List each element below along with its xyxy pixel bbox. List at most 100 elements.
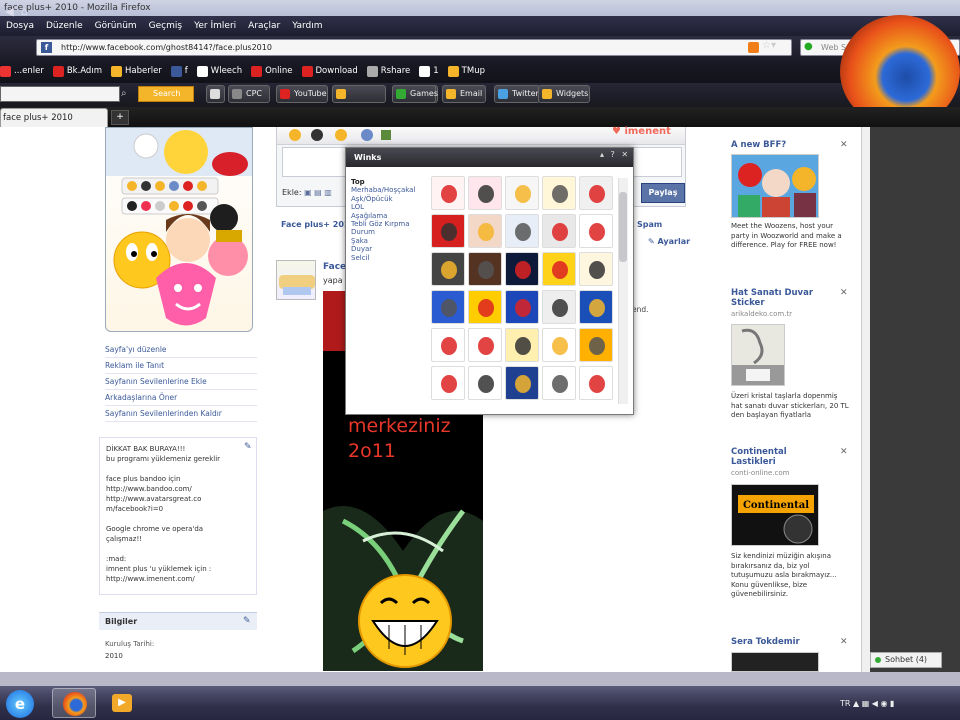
page-action-link[interactable]: Arkadaşlarına Öner xyxy=(105,390,257,406)
bookmark-star-icon[interactable]: ☆▾ xyxy=(762,40,776,51)
ad-url-hat[interactable]: arikaldeko.com.tr xyxy=(731,310,792,318)
rss-icon[interactable] xyxy=(748,42,759,53)
page-action-link[interactable]: Reklam ile Tanıt xyxy=(105,358,257,374)
ad-title-sera[interactable]: Sera Tokdemir xyxy=(731,637,800,647)
menu-item-tools[interactable]: Araçlar xyxy=(248,21,280,31)
edit-pencil-icon[interactable]: ✎ xyxy=(244,442,252,452)
wink-thumbnail[interactable] xyxy=(431,366,465,400)
wink-thumbnail[interactable] xyxy=(468,214,502,248)
winks-category[interactable]: Merhaba/Hoşçakal xyxy=(351,186,431,194)
firefox-taskbar-button[interactable] xyxy=(52,688,96,718)
menu-item-bookmarks[interactable]: Yer İmleri xyxy=(194,21,236,31)
wink-thumbnail[interactable] xyxy=(468,290,502,324)
bookmark-item[interactable]: Rshare xyxy=(366,60,410,83)
ad-image-hat[interactable] xyxy=(731,324,785,386)
media-player-taskbar-button[interactable]: ▶ xyxy=(100,688,144,718)
ad-close-icon[interactable]: ✕ xyxy=(840,140,848,150)
wink-thumbnail[interactable] xyxy=(542,252,576,286)
winks-category[interactable]: Duyar xyxy=(351,245,431,253)
wink-thumbnail[interactable] xyxy=(431,290,465,324)
address-bar[interactable]: http://www.facebook.com/ghost8414?/face.… xyxy=(36,39,792,56)
tray-icons[interactable]: ▲ ▦ ◀ ◉ ▮ xyxy=(853,699,894,708)
wink-thumbnail[interactable] xyxy=(579,214,613,248)
spam-link[interactable]: Spam xyxy=(637,220,662,229)
addon-button[interactable]: Widgets xyxy=(538,85,590,103)
bookmark-item[interactable]: Online xyxy=(251,60,293,83)
internet-explorer-icon[interactable]: e xyxy=(6,690,34,718)
share-button[interactable]: Paylaş xyxy=(641,183,685,203)
menu-item-edit[interactable]: Düzenle xyxy=(46,21,83,31)
new-tab-button[interactable]: + xyxy=(111,110,129,125)
wink-thumbnail[interactable] xyxy=(505,252,539,286)
winks-category[interactable]: Şaka xyxy=(351,237,431,245)
ad-image-bff[interactable] xyxy=(731,154,819,218)
addon-button[interactable]: YouTube xyxy=(276,85,328,103)
wink-thumbnail[interactable] xyxy=(505,176,539,210)
bookmark-item[interactable]: Wleech xyxy=(196,60,242,83)
feed-title[interactable]: Face plus+ 2010 xyxy=(281,220,355,229)
profile-picture[interactable] xyxy=(105,127,253,332)
wink-thumbnail[interactable] xyxy=(542,366,576,400)
wink-thumbnail[interactable] xyxy=(468,176,502,210)
winks-category[interactable]: Top xyxy=(351,178,431,186)
page-scrollbar[interactable] xyxy=(861,127,870,672)
ad-image-sera[interactable] xyxy=(731,652,819,672)
wink-thumbnail[interactable] xyxy=(505,214,539,248)
search-engine-icon[interactable]: ● xyxy=(804,41,813,52)
wink-thumbnail[interactable] xyxy=(579,366,613,400)
wink-thumbnail[interactable] xyxy=(542,290,576,324)
menu-item-file[interactable]: Dosya xyxy=(6,21,34,31)
page-action-link[interactable]: Sayfanın Sevilenlerine Ekle xyxy=(105,374,257,390)
bookmark-item[interactable]: Download xyxy=(301,60,358,83)
emoticon-icons[interactable] xyxy=(277,127,407,145)
ad-url-continental[interactable]: conti-online.com xyxy=(731,469,789,477)
bookmark-item[interactable]: TMup xyxy=(447,60,485,83)
toolbar-search-button[interactable]: Search xyxy=(138,86,194,102)
addon-button[interactable]: Games xyxy=(392,85,438,103)
wink-thumbnail[interactable] xyxy=(542,328,576,362)
wink-thumbnail[interactable] xyxy=(505,366,539,400)
ad-close-icon[interactable]: ✕ xyxy=(840,637,848,647)
addon-button[interactable] xyxy=(206,85,225,103)
feed-thumbnail[interactable] xyxy=(276,260,316,300)
winks-category[interactable]: Aşk/Öpücük xyxy=(351,195,431,203)
wink-thumbnail[interactable] xyxy=(542,214,576,248)
wink-thumbnail[interactable] xyxy=(468,252,502,286)
wink-thumbnail[interactable] xyxy=(505,290,539,324)
addon-button[interactable] xyxy=(332,85,386,103)
ad-close-icon[interactable]: ✕ xyxy=(840,288,848,298)
bookmark-item[interactable]: ...enler xyxy=(0,60,44,83)
bookmark-item[interactable]: Haberler xyxy=(110,60,162,83)
attach-icons[interactable]: ▣ ▤ ▥ xyxy=(304,188,332,197)
winks-category[interactable]: LOL xyxy=(351,203,431,211)
wink-thumbnail[interactable] xyxy=(431,176,465,210)
ad-title-bff[interactable]: A new BFF? xyxy=(731,140,786,150)
bookmark-item[interactable]: f xyxy=(170,60,188,83)
settings-link[interactable]: ✎ Ayarlar xyxy=(648,237,690,246)
ad-close-icon[interactable]: ✕ xyxy=(840,447,848,457)
wink-thumbnail[interactable] xyxy=(468,328,502,362)
ad-title-hat[interactable]: Hat Sanatı Duvar Sticker xyxy=(731,288,836,308)
winks-window-controls[interactable]: ▴ ? ✕ xyxy=(600,150,630,159)
bilgiler-edit-icon[interactable]: ✎ xyxy=(243,616,251,626)
menu-item-view[interactable]: Görünüm xyxy=(95,21,137,31)
wink-thumbnail[interactable] xyxy=(579,176,613,210)
wink-thumbnail[interactable] xyxy=(505,328,539,362)
toolbar-search-input[interactable] xyxy=(0,86,120,102)
bookmark-item[interactable]: Bk.Adım xyxy=(52,60,102,83)
ad-title-continental[interactable]: Continental Lastikleri xyxy=(731,447,831,467)
wink-thumbnail[interactable] xyxy=(579,290,613,324)
winks-scroll-thumb[interactable] xyxy=(619,192,627,262)
winks-category[interactable]: Selcil xyxy=(351,254,431,262)
addon-button[interactable]: CPC xyxy=(228,85,270,103)
back-icon[interactable]: ◀ xyxy=(2,4,17,19)
menu-item-help[interactable]: Yardım xyxy=(292,21,322,31)
wink-thumbnail[interactable] xyxy=(431,214,465,248)
wink-thumbnail[interactable] xyxy=(542,176,576,210)
language-indicator[interactable]: TR xyxy=(840,699,850,708)
feed-author[interactable]: Face xyxy=(323,262,346,272)
addon-button[interactable]: Twitter xyxy=(494,85,540,103)
wink-thumbnail[interactable] xyxy=(579,252,613,286)
wink-thumbnail[interactable] xyxy=(431,252,465,286)
winks-category[interactable]: Tebli Göz Kırpma xyxy=(351,220,431,228)
